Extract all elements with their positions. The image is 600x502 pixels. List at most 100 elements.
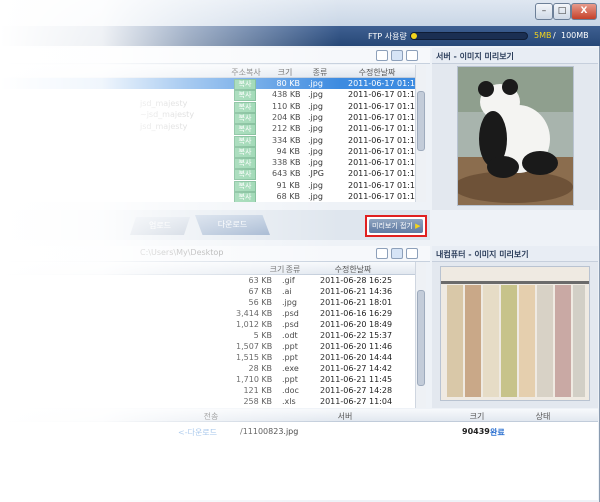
table-row[interactable]: 복사 643 KB .JPG 2011-06-17 01:10 — [0, 168, 415, 181]
table-row[interactable]: 1,012 KB .psd 2011-06-20 18:49 — [0, 319, 415, 330]
table-row[interactable]: 복사 91 KB .jpg 2011-06-17 01:10 — [0, 180, 415, 192]
folder-icon[interactable] — [376, 50, 388, 61]
file-size: 212 KB — [272, 124, 301, 134]
server-scrollbar[interactable] — [415, 65, 426, 202]
col-addr-copy[interactable]: 주소복사 — [226, 67, 266, 78]
preview-close-label: 미리보기 접기 — [372, 222, 413, 230]
table-row[interactable]: 56 KB .jpg 2011-06-21 18:01 — [0, 297, 415, 308]
queue-header: 전송 서버 크기 상태 — [0, 409, 598, 422]
transfer-size: 90439 — [462, 427, 490, 436]
table-row[interactable]: 복사 68 KB .jpg 2011-06-17 01:10 — [0, 191, 415, 202]
table-row[interactable]: 복사 338 KB .jpg 2011-06-17 01:10 — [0, 157, 415, 170]
ftp-window: – □ X FTP 사용량 5MB / 100MB 주소복사 크기 종류 수정한… — [0, 0, 600, 502]
local-path[interactable]: C:\Users\My\Desktop — [140, 248, 223, 257]
local-toolbar: C:\Users\My\Desktop — [0, 246, 430, 262]
title-bar: – □ X — [0, 0, 600, 26]
table-row[interactable]: 258 KB .xls 2011-06-27 11:04 — [0, 396, 415, 407]
chevron-right-icon: ▶ — [415, 222, 421, 230]
file-type: .ppt — [282, 342, 298, 351]
col-date[interactable]: 수정한날짜 — [342, 67, 412, 78]
table-row[interactable]: 67 KB .ai 2011-06-21 14:36 — [0, 286, 415, 297]
file-size: 121 KB — [243, 386, 272, 395]
file-type: .jpg — [308, 112, 323, 122]
table-row[interactable]: 63 KB .gif 2011-06-28 16:25 — [0, 275, 415, 286]
col-transfer[interactable]: 전송 — [196, 411, 226, 422]
file-name: ~jsd_majesty — [140, 110, 195, 120]
file-date: 2011-06-21 14:36 — [320, 287, 393, 296]
file-size: 258 KB — [243, 397, 272, 406]
col-server[interactable]: 서버 — [330, 411, 360, 422]
file-date: 2011-06-20 14:44 — [320, 353, 393, 362]
ftp-usage-track — [410, 32, 528, 40]
file-type: .jpg — [308, 135, 323, 145]
queue-row[interactable]: <-다운로드/11100823.jpg 90439 완료 — [0, 425, 598, 438]
file-size: 67 KB — [248, 287, 272, 296]
close-button[interactable]: X — [571, 3, 597, 20]
col-size[interactable]: 크기 — [462, 411, 492, 422]
file-type: .jpg — [308, 146, 323, 156]
file-date: 2011-06-21 11:45 — [320, 375, 393, 384]
table-row[interactable]: 1,710 KB .ppt 2011-06-21 11:45 — [0, 374, 415, 385]
local-scroll-thumb[interactable] — [417, 290, 425, 386]
file-type: .psd — [282, 320, 299, 329]
table-row[interactable]: 복사 80 KB .jpg 2011-06-17 01:10 — [0, 78, 415, 90]
file-type: .jpg — [308, 192, 323, 201]
col-date[interactable]: 수정한날짜 — [318, 264, 388, 275]
table-row[interactable]: 복사 438 KB .jpg 2011-06-17 01:10 — [0, 89, 415, 102]
preview-close-button[interactable]: 미리보기 접기 ▶ — [369, 219, 423, 233]
col-type[interactable]: 종류 — [300, 67, 340, 78]
file-type: .exe — [282, 364, 299, 373]
table-row[interactable]: 121 KB .doc 2011-06-27 14:28 — [0, 385, 415, 396]
list-view-icon[interactable] — [391, 248, 403, 259]
minimize-button[interactable]: – — [535, 3, 553, 20]
file-date: 2011-06-17 01:10 — [348, 180, 415, 190]
file-date: 2011-06-17 01:10 — [348, 90, 415, 100]
file-date: 2011-06-28 16:25 — [320, 276, 393, 285]
transfer-bar: 업로드 다운로드 미리보기 접기 ▶ — [0, 210, 430, 240]
detail-view-icon[interactable] — [406, 248, 418, 259]
local-table-header: 크기 종류 수정한날짜 — [0, 262, 415, 275]
col-size[interactable]: 크기 — [270, 67, 300, 78]
upload-button[interactable]: 업로드 — [130, 217, 190, 235]
server-scroll-thumb[interactable] — [417, 91, 425, 151]
ftp-usage-label: FTP 사용량 — [368, 32, 407, 41]
file-size: 204 KB — [272, 112, 301, 122]
download-button[interactable]: 다운로드 — [195, 215, 270, 235]
folder-icon[interactable] — [376, 248, 388, 259]
file-size: 438 KB — [272, 90, 301, 100]
file-size: 5 KB — [253, 331, 272, 340]
file-size: 1,507 KB — [236, 342, 273, 351]
transfer-status: 완료 — [490, 428, 505, 437]
file-type: .jpg — [308, 180, 323, 190]
table-row[interactable]: 복사 110 KB .jpg 2011-06-17 01:10 — [0, 101, 415, 113]
table-row[interactable]: 복사 204 KB .jpg 2011-06-17 01:10 — [0, 112, 415, 124]
maximize-button[interactable]: □ — [553, 3, 571, 20]
local-scrollbar[interactable] — [415, 262, 426, 408]
file-size: 1,012 KB — [236, 320, 273, 329]
copy-address-button[interactable]: 복사 — [234, 192, 256, 202]
table-row[interactable]: 3,414 KB .psd 2011-06-16 16:29 — [0, 308, 415, 319]
file-size: 94 KB — [276, 146, 300, 156]
file-date: 2011-06-17 01:10 — [348, 112, 415, 122]
table-row[interactable]: 복사 334 KB .jpg 2011-06-17 01:10 — [0, 135, 415, 147]
col-status[interactable]: 상태 — [528, 411, 558, 422]
table-row[interactable]: 1,507 KB .ppt 2011-06-20 11:46 — [0, 341, 415, 352]
file-name: jsd_majesty — [140, 121, 188, 131]
table-row[interactable]: 복사 212 KB .jpg 2011-06-17 01:10 — [0, 123, 415, 136]
panda-image — [453, 66, 574, 206]
list-view-icon[interactable] — [391, 50, 403, 61]
curtain-image — [440, 266, 590, 401]
table-row[interactable]: 5 KB .odt 2011-06-22 15:37 — [0, 330, 415, 341]
detail-view-icon[interactable] — [406, 50, 418, 61]
col-type[interactable]: 종류 — [278, 264, 308, 275]
ftp-separator: / — [553, 31, 556, 40]
server-preview-panel: 서버 - 이미지 미리보기 — [432, 48, 598, 210]
table-row[interactable]: 1,515 KB .ppt 2011-06-20 14:44 — [0, 352, 415, 363]
table-row[interactable]: 복사 94 KB .jpg 2011-06-17 01:10 — [0, 146, 415, 158]
file-type: .psd — [282, 309, 299, 318]
server-toolbar — [0, 48, 430, 64]
file-size: 1,515 KB — [236, 353, 273, 362]
file-type: .jpg — [282, 298, 297, 307]
table-row[interactable]: 28 KB .exe 2011-06-27 14:42 — [0, 363, 415, 374]
server-table-header: 주소복사 크기 종류 수정한날짜 — [0, 65, 415, 78]
